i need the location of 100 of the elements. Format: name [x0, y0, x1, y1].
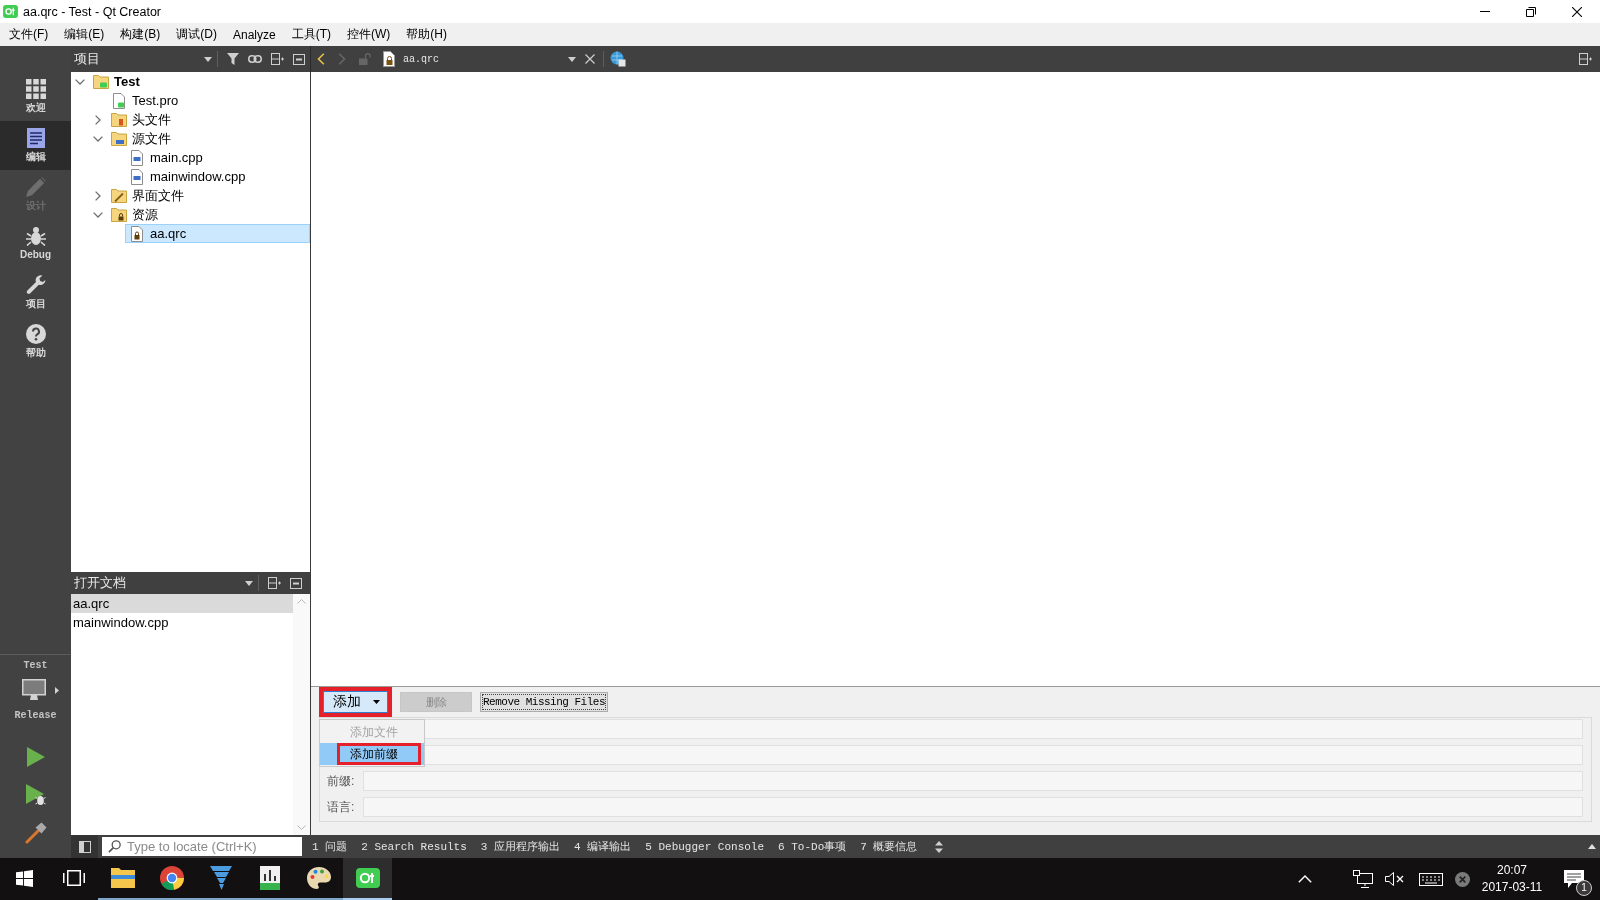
hammer-icon[interactable] — [24, 822, 47, 844]
collapse-icon[interactable] — [290, 577, 302, 589]
menu-item[interactable]: 添加前缀 — [320, 743, 424, 765]
close-icon — [1572, 6, 1582, 17]
monitor-icon[interactable] — [22, 679, 46, 701]
output-tab[interactable]: 1 问题 — [306, 835, 354, 858]
sidebar-icon — [78, 840, 91, 853]
output-tab[interactable]: 4 编译输出 — [568, 835, 638, 858]
taskbar-button[interactable] — [343, 858, 392, 900]
folder-icon — [93, 74, 109, 89]
split-icon[interactable] — [1579, 53, 1592, 65]
help-icon — [25, 324, 46, 344]
close-circle-icon[interactable] — [1455, 871, 1470, 887]
mode-tab[interactable]: 帮助 — [0, 317, 71, 366]
field-label: 前缀: — [327, 772, 356, 790]
browser-icon — [159, 866, 184, 890]
triangle-up-icon[interactable] — [1588, 844, 1596, 849]
app-logo-icon — [355, 868, 380, 888]
notification-badge: 1 — [1576, 880, 1592, 896]
search-icon — [108, 840, 121, 853]
pencil-folder-icon — [111, 188, 127, 203]
mode-tab[interactable]: 编辑 — [0, 121, 71, 170]
lock-folder-icon — [111, 207, 127, 222]
sidebar-toggle-button[interactable] — [71, 835, 98, 858]
menu-item[interactable]: 工具(T) — [283, 23, 340, 46]
mode-tab[interactable]: Debug — [0, 219, 71, 268]
tornado-icon — [209, 866, 232, 890]
output-tab[interactable]: 7 概要信息 — [854, 835, 924, 858]
app-logo-icon — [3, 5, 18, 18]
message-icon[interactable] — [1564, 870, 1584, 888]
kit-project-label: Test — [23, 660, 48, 672]
caret-icon — [568, 56, 576, 62]
tree-item[interactable]: mainwindow.cpp — [125, 167, 310, 186]
action-button[interactable]: Remove Missing Files — [480, 692, 609, 712]
mode-tab[interactable]: 欢迎 — [0, 72, 71, 121]
close-icon[interactable] — [585, 54, 595, 64]
mode-tab[interactable]: 项目 — [0, 268, 71, 317]
triangle-right-icon[interactable] — [55, 686, 59, 694]
output-tab[interactable]: 3 应用程序输出 — [474, 835, 567, 858]
menu-item[interactable]: 控件(W) — [339, 23, 399, 46]
globe-icon[interactable] — [610, 51, 626, 67]
document-icon — [26, 128, 45, 148]
caret-icon — [373, 700, 380, 704]
split-icon[interactable] — [268, 577, 281, 589]
tree-item[interactable]: Test — [89, 72, 310, 91]
play-bug-icon[interactable] — [25, 784, 46, 806]
chevron-left-icon[interactable] — [317, 53, 325, 65]
folder-icon — [111, 131, 127, 146]
dropdown-button[interactable]: 添加 — [319, 687, 392, 717]
tree-item[interactable]: 界面文件 — [107, 186, 310, 205]
document-item[interactable]: mainwindow.cpp — [71, 613, 293, 632]
palette-icon — [306, 867, 331, 889]
grid-icon — [25, 79, 46, 99]
link-icon[interactable] — [248, 55, 262, 63]
up-down-arrows-icon[interactable] — [935, 840, 944, 853]
menu-item[interactable]: 帮助(H) — [398, 23, 456, 46]
caret-icon — [204, 56, 212, 62]
tree-item[interactable]: 源文件 — [107, 129, 310, 148]
tree-item[interactable]: 头文件 — [107, 110, 310, 129]
chevron-right-icon[interactable] — [95, 114, 101, 125]
tree-item[interactable]: aa.qrc — [125, 224, 310, 243]
output-tab[interactable]: 5 Debugger Console — [639, 835, 771, 858]
filter-icon[interactable] — [227, 53, 239, 65]
output-tab[interactable]: 2 Search Results — [355, 835, 473, 858]
minimize-icon — [1480, 11, 1490, 12]
file-icon — [131, 149, 143, 166]
menu-item[interactable]: 构建(B) — [112, 23, 169, 46]
clock-time[interactable]: 20:07 — [1497, 862, 1527, 879]
document-dropdown[interactable]: aa.qrc — [381, 49, 583, 69]
chevron-down-icon[interactable] — [93, 135, 103, 142]
menu-item[interactable]: Analyze — [225, 23, 284, 46]
document-item[interactable]: aa.qrc — [71, 594, 293, 613]
play-icon[interactable] — [26, 747, 45, 767]
tree-item[interactable]: Test.pro — [107, 91, 310, 110]
view-dropdown[interactable]: 项目 — [71, 46, 215, 72]
chevron-down-icon[interactable] — [93, 211, 103, 218]
menu-item[interactable]: 调试(D) — [168, 23, 225, 46]
chevron-right-icon[interactable] — [95, 190, 101, 201]
clock-date[interactable]: 2017-03-11 — [1481, 879, 1543, 896]
tree-item[interactable]: main.cpp — [125, 148, 310, 167]
keyboard-icon[interactable] — [1419, 872, 1443, 886]
bug-icon — [25, 226, 46, 246]
collapse-icon[interactable] — [293, 53, 305, 65]
file-icon — [131, 168, 143, 185]
window-title: aa.qrc - Test - Qt Creator — [23, 4, 161, 19]
menu-item[interactable]: 编辑(E) — [56, 23, 113, 46]
field-label: 语言: — [327, 798, 356, 816]
restore-icon — [1526, 6, 1536, 17]
chevron-down-icon[interactable] — [75, 78, 85, 85]
split-icon[interactable] — [271, 53, 284, 65]
folder-icon — [110, 868, 135, 888]
wrench-icon — [25, 275, 46, 295]
tree-item[interactable]: 资源 — [107, 205, 310, 224]
network-icon[interactable] — [1353, 870, 1373, 888]
output-tab[interactable]: 6 To-Do事项 — [772, 835, 853, 858]
locator-field[interactable]: Type to locate (Ctrl+K) — [102, 837, 302, 856]
pencil-icon — [25, 177, 46, 197]
file-icon — [113, 92, 125, 109]
menu-item[interactable]: 文件(F) — [1, 23, 57, 46]
muted-speaker-icon[interactable] — [1385, 872, 1405, 886]
